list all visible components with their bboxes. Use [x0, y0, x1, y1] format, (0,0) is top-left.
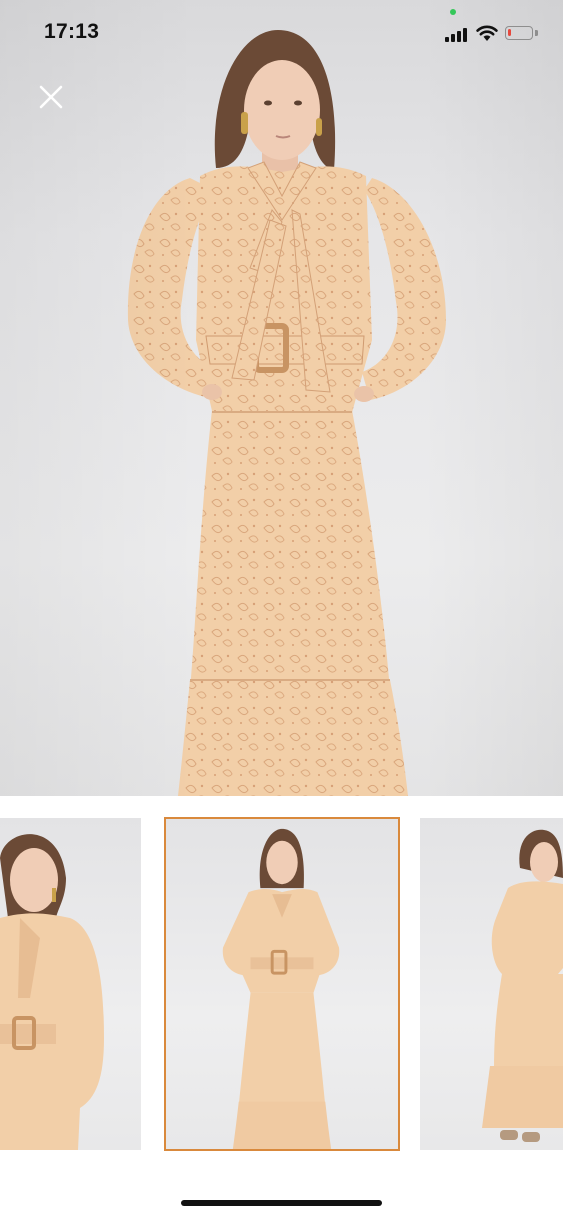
- thumbnail-3[interactable]: [420, 818, 563, 1150]
- wifi-icon: [476, 25, 498, 41]
- thumbnail-1[interactable]: [0, 818, 141, 1150]
- status-bar: 17:13: [0, 0, 563, 66]
- product-photo-illustration: [0, 0, 563, 796]
- thumbnail-2[interactable]: [164, 817, 400, 1151]
- close-button[interactable]: [32, 78, 70, 116]
- close-icon: [39, 85, 63, 109]
- status-time: 17:13: [44, 20, 100, 43]
- battery-cap: [535, 30, 538, 36]
- cellular-signal-icon: [445, 27, 469, 42]
- thumbnail-3-image: [482, 829, 563, 1142]
- thumbnail-1-image: [0, 834, 104, 1150]
- battery-level: [508, 29, 511, 36]
- battery-icon: [505, 26, 533, 40]
- thumbnail-2-image: [222, 828, 340, 1149]
- main-product-image[interactable]: [0, 0, 563, 796]
- privacy-indicator-dot: [450, 9, 456, 15]
- home-indicator[interactable]: [181, 1200, 382, 1206]
- thumbnail-strip[interactable]: [0, 796, 563, 1176]
